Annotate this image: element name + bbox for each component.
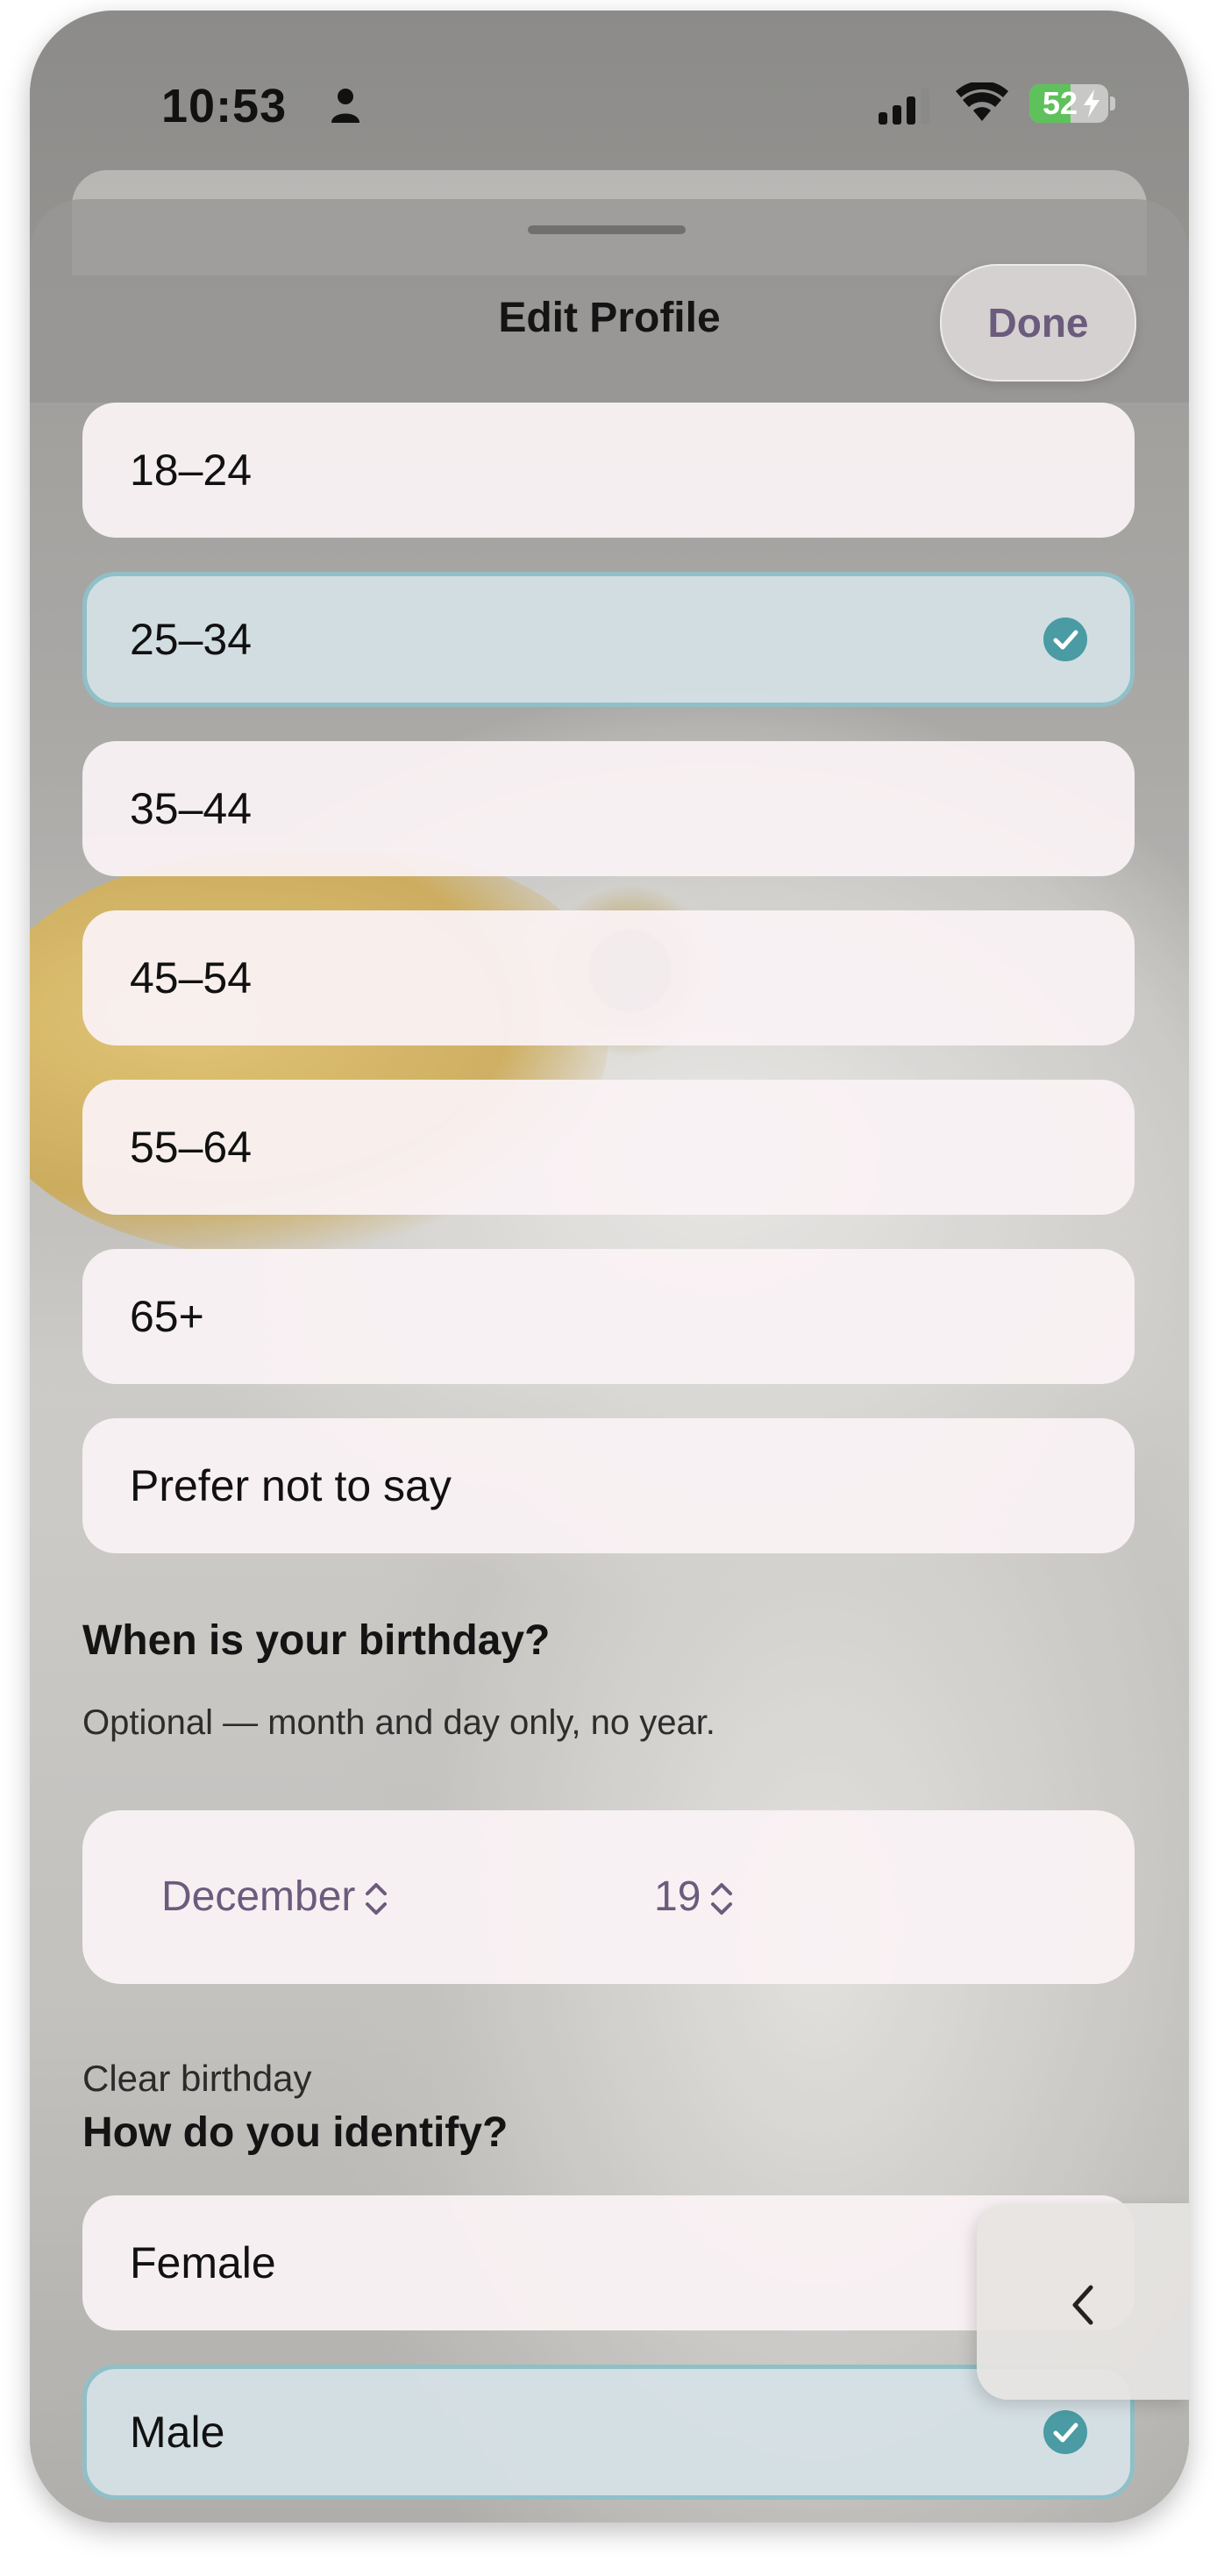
clear-birthday-button[interactable]: Clear birthday bbox=[82, 2058, 311, 2100]
sheet-header: Edit Profile Done bbox=[30, 199, 1189, 403]
option-label: Female bbox=[130, 2238, 276, 2287]
option-label: 25–34 bbox=[130, 615, 253, 664]
option-label: 35–44 bbox=[130, 784, 253, 833]
age-option-65-plus[interactable]: 65+ bbox=[82, 1249, 1135, 1384]
chevron-up-down-icon bbox=[366, 1883, 388, 1916]
person-icon bbox=[331, 89, 359, 123]
back-button[interactable] bbox=[977, 2203, 1189, 2400]
done-button[interactable]: Done bbox=[940, 264, 1136, 382]
status-time: 10:53 bbox=[161, 80, 288, 132]
month-picker[interactable]: December bbox=[161, 1810, 388, 1984]
option-label: Prefer not to say bbox=[130, 1461, 452, 1510]
signal-icon bbox=[879, 88, 929, 125]
day-value: 19 bbox=[654, 1873, 701, 1920]
age-option-45-54[interactable]: 45–54 bbox=[82, 910, 1135, 1045]
checkmark-icon bbox=[1043, 2410, 1087, 2454]
option-label: 18–24 bbox=[130, 446, 253, 495]
edit-profile-sheet: Edit Profile Done 18–24 25–34 35–44 45–5… bbox=[30, 199, 1189, 2522]
wifi-icon bbox=[956, 82, 1008, 121]
chevron-up-down-icon bbox=[711, 1883, 733, 1916]
option-label: 45–54 bbox=[130, 953, 253, 1003]
checkmark-icon bbox=[1043, 617, 1087, 661]
birthday-subtext: Optional — month and day only, no year. bbox=[82, 1703, 715, 1742]
option-label: 65+ bbox=[130, 1292, 204, 1341]
birthday-heading: When is your birthday? bbox=[82, 1617, 551, 1664]
day-picker[interactable]: 19 bbox=[654, 1810, 734, 1984]
chevron-left-icon bbox=[1072, 2285, 1093, 2325]
age-option-prefer-not-to-say[interactable]: Prefer not to say bbox=[82, 1418, 1135, 1553]
option-label: 55–64 bbox=[130, 1123, 253, 1172]
month-value: December bbox=[161, 1873, 356, 1920]
age-option-18-24[interactable]: 18–24 bbox=[82, 403, 1135, 538]
battery-cap bbox=[1110, 96, 1115, 111]
age-option-35-44[interactable]: 35–44 bbox=[82, 741, 1135, 876]
sheet-grabber[interactable] bbox=[528, 225, 686, 234]
battery-charging-icon bbox=[1084, 89, 1100, 118]
device-screen: 10:53 52 Edit Profile Done 18–24 25–34 3… bbox=[30, 11, 1189, 2522]
option-label: Male bbox=[130, 2408, 225, 2457]
identity-option-male[interactable]: Male bbox=[82, 2365, 1135, 2500]
identity-heading: How do you identify? bbox=[82, 2109, 509, 2156]
age-option-55-64[interactable]: 55–64 bbox=[82, 1080, 1135, 1215]
status-bar: 10:53 52 bbox=[30, 11, 1189, 177]
age-option-25-34[interactable]: 25–34 bbox=[82, 572, 1135, 707]
battery-indicator: 52 bbox=[1029, 84, 1108, 123]
birthday-picker-card: December 19 bbox=[82, 1810, 1135, 1984]
